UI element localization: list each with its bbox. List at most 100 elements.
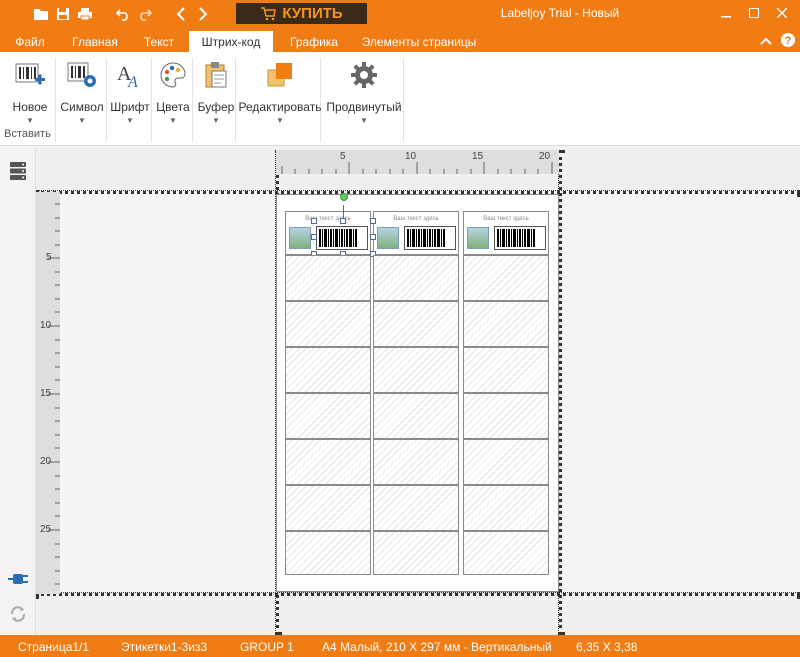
svg-text:A: A	[127, 74, 138, 90]
tab-graphics[interactable]: Графика	[281, 31, 347, 52]
empty-label[interactable]	[463, 485, 549, 531]
close-icon[interactable]	[768, 4, 796, 22]
resize-handle[interactable]	[340, 218, 346, 224]
label-2[interactable]: Ваш текст здесь	[373, 211, 459, 255]
resize-handle[interactable]	[311, 218, 317, 224]
barcode[interactable]	[404, 226, 456, 250]
label-placeholder-text[interactable]: Ваш текст здесь	[286, 216, 370, 222]
ruler-mark: 20	[539, 151, 551, 162]
clipboard-icon	[199, 58, 233, 92]
buffer-button[interactable]: Буфер ▼	[196, 58, 236, 125]
title-bar: КУПИТЬ Labeljoy Trial - Новый	[0, 0, 800, 28]
ruler-mark: 10	[40, 320, 52, 331]
buy-label: КУПИТЬ	[282, 5, 343, 22]
font-icon: AA	[113, 58, 147, 92]
label-1[interactable]: Ваш текст здесь	[285, 211, 371, 255]
colors-button[interactable]: Цвета ▼	[155, 58, 191, 125]
chevron-down-icon: ▼	[169, 116, 177, 125]
label-page[interactable]: Ваш текст здесь Ваш текст здесь Ваш текс…	[276, 193, 559, 592]
resize-handle[interactable]	[370, 218, 376, 224]
colors-group: Цвета ▼	[153, 58, 193, 142]
rotation-handle[interactable]	[340, 193, 348, 201]
barcode[interactable]	[494, 226, 546, 250]
buffer-label: Буфер	[197, 100, 235, 114]
ruler-mark: 20	[40, 456, 52, 467]
ruler-mark: 10	[405, 151, 417, 162]
new-barcode-button[interactable]: Новое ▼	[8, 58, 52, 125]
maximize-icon[interactable]	[740, 4, 768, 22]
empty-label[interactable]	[285, 347, 371, 393]
empty-label[interactable]	[285, 393, 371, 439]
forward-icon[interactable]	[194, 5, 212, 23]
plug-icon[interactable]	[6, 567, 30, 591]
open-folder-icon[interactable]	[32, 5, 50, 23]
empty-label[interactable]	[285, 485, 371, 531]
empty-label[interactable]	[463, 531, 549, 575]
empty-label[interactable]	[463, 255, 549, 301]
undo-icon[interactable]	[114, 5, 132, 23]
font-label: Шрифт	[110, 100, 150, 114]
empty-label[interactable]	[285, 531, 371, 575]
tab-file[interactable]: Файл	[8, 31, 52, 52]
ruler-mark: 15	[40, 388, 52, 399]
vertical-ruler: 5 10 15 20 25	[36, 192, 60, 594]
empty-label[interactable]	[463, 301, 549, 347]
edit-button[interactable]: Редактировать ▼	[239, 58, 321, 125]
symbol-button[interactable]: Символ ▼	[59, 58, 105, 125]
resize-handle[interactable]	[370, 234, 376, 240]
cart-icon	[260, 6, 277, 21]
database-icon[interactable]	[6, 159, 30, 183]
image-icon[interactable]	[377, 227, 399, 249]
save-icon[interactable]	[54, 5, 72, 23]
barcode-settings-icon	[65, 58, 99, 92]
tab-page-elements[interactable]: Элементы страницы	[355, 31, 483, 52]
chevron-down-icon: ▼	[212, 116, 220, 125]
ribbon: Новое ▼ Вставить Символ ▼ AA Шрифт ▼ Цве…	[0, 52, 800, 146]
status-labels: Этикетки1-3из3	[121, 640, 208, 654]
advanced-group: Продвинутый ▼	[322, 58, 404, 142]
new-label: Новое	[12, 100, 48, 114]
tab-home[interactable]: Главная	[62, 31, 128, 52]
symbol-label: Символ	[60, 100, 104, 114]
svg-text:?: ?	[785, 35, 792, 47]
horizontal-ruler: 5 10 15 20	[276, 150, 559, 174]
empty-label[interactable]	[373, 301, 459, 347]
redo-icon[interactable]	[136, 5, 154, 23]
buy-button[interactable]: КУПИТЬ	[236, 3, 367, 24]
left-toolbar	[0, 147, 36, 635]
empty-label[interactable]	[373, 439, 459, 485]
empty-label[interactable]	[373, 531, 459, 575]
refresh-icon[interactable]	[6, 602, 30, 626]
help-icon[interactable]: ?	[774, 31, 800, 49]
palette-icon	[156, 58, 190, 92]
advanced-button[interactable]: Продвинутый ▼	[324, 58, 404, 125]
status-size: 6,35 X 3,38	[576, 640, 638, 654]
print-icon[interactable]	[76, 5, 94, 23]
empty-label[interactable]	[373, 255, 459, 301]
empty-label[interactable]	[285, 255, 371, 301]
image-icon[interactable]	[467, 227, 489, 249]
empty-label[interactable]	[285, 301, 371, 347]
label-placeholder-text[interactable]: Ваш текст здесь	[374, 216, 458, 222]
ruler-mark: 25	[40, 524, 52, 535]
resize-handle[interactable]	[311, 234, 317, 240]
empty-label[interactable]	[463, 347, 549, 393]
tab-text[interactable]: Текст	[136, 31, 182, 52]
empty-label[interactable]	[285, 439, 371, 485]
label-3[interactable]: Ваш текст здесь	[463, 211, 549, 255]
empty-label[interactable]	[373, 393, 459, 439]
chevron-down-icon: ▼	[276, 116, 284, 125]
empty-label[interactable]	[463, 439, 549, 485]
image-icon[interactable]	[289, 227, 311, 249]
colors-label: Цвета	[156, 100, 190, 114]
barcode[interactable]	[316, 226, 368, 250]
minimize-icon[interactable]	[712, 4, 740, 22]
back-icon[interactable]	[172, 5, 190, 23]
tab-barcode[interactable]: Штрих-код	[189, 31, 273, 52]
label-placeholder-text[interactable]: Ваш текст здесь	[464, 216, 548, 222]
chevron-down-icon: ▼	[360, 116, 368, 125]
font-button[interactable]: AA Шрифт ▼	[108, 58, 152, 125]
empty-label[interactable]	[373, 347, 459, 393]
empty-label[interactable]	[373, 485, 459, 531]
empty-label[interactable]	[463, 393, 549, 439]
